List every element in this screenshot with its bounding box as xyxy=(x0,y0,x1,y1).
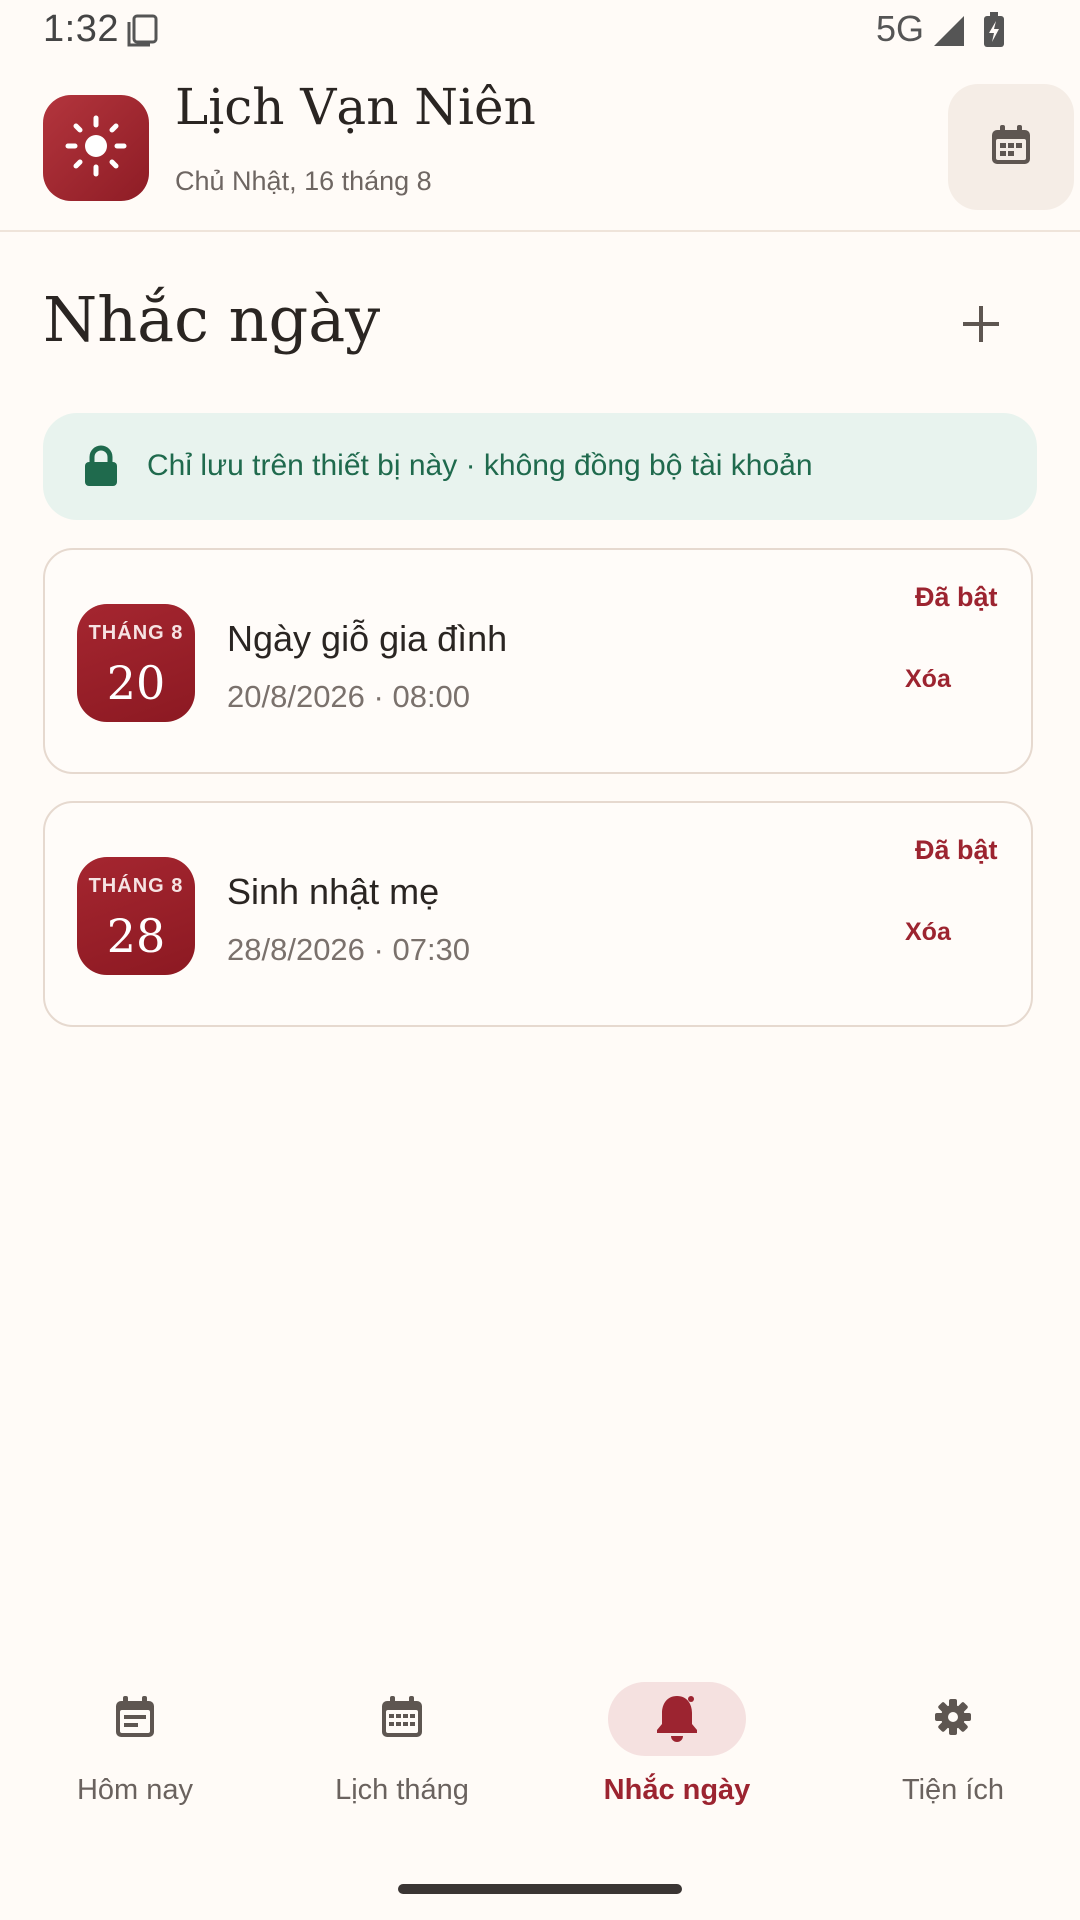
privacy-notice: Chỉ lưu trên thiết bị này · không đồng b… xyxy=(43,413,1037,520)
nav-item-utilities[interactable]: Tiện ích xyxy=(818,1660,1080,1820)
calendar-button[interactable] xyxy=(948,84,1074,210)
month-calendar-icon xyxy=(379,1694,425,1745)
nav-label: Nhắc ngày xyxy=(603,1774,751,1806)
battery-icon xyxy=(982,12,1006,53)
badge-day: 20 xyxy=(106,656,166,710)
calendar-icon xyxy=(989,123,1033,172)
delete-reminder-button[interactable]: Xóa xyxy=(905,665,951,694)
signal-icon xyxy=(932,14,966,53)
date-badge: THÁNG 8 28 xyxy=(77,857,195,975)
delete-reminder-button[interactable]: Xóa xyxy=(905,918,951,947)
badge-month: THÁNG 8 xyxy=(88,622,184,644)
reminder-card[interactable]: THÁNG 8 20 Ngày giỗ gia đình 20/8/2026 ·… xyxy=(43,548,1033,774)
app-header: Lịch Vạn Niên Chủ Nhật, 16 tháng 8 xyxy=(0,70,1080,232)
nav-item-today[interactable]: Hôm nay xyxy=(0,1660,270,1820)
reminder-datetime: 28/8/2026 · 07:30 xyxy=(227,932,471,967)
date-badge: THÁNG 8 20 xyxy=(77,604,195,722)
privacy-text: Chỉ lưu trên thiết bị này · không đồng b… xyxy=(147,449,813,482)
bottom-navigation: Hôm nay Lịch tháng Nhắc ngày Tiện ích xyxy=(0,1660,1080,1840)
current-date: Chủ Nhật, 16 tháng 8 xyxy=(175,166,432,196)
gear-icon xyxy=(933,1697,973,1742)
nav-label: Hôm nay xyxy=(76,1774,194,1806)
status-bar: 1:32 5G xyxy=(0,0,1080,62)
app-logo xyxy=(43,95,149,201)
network-type: 5G xyxy=(876,8,925,49)
nav-item-reminders[interactable]: Nhắc ngày xyxy=(542,1660,812,1820)
reminder-title: Sinh nhật mẹ xyxy=(227,871,440,912)
app-title: Lịch Vạn Niên xyxy=(175,78,536,136)
bell-icon xyxy=(653,1692,701,1747)
reminder-datetime: 20/8/2026 · 08:00 xyxy=(227,679,471,714)
reminder-status-toggle[interactable]: Đã bật xyxy=(915,582,998,613)
plus-icon xyxy=(961,304,1001,349)
lock-icon xyxy=(83,445,119,492)
page-title: Nhắc ngày xyxy=(43,283,381,356)
status-time: 1:32 xyxy=(43,8,119,50)
add-reminder-button[interactable] xyxy=(950,295,1012,357)
today-icon xyxy=(113,1694,157,1745)
reminder-card[interactable]: THÁNG 8 28 Sinh nhật mẹ 28/8/2026 · 07:3… xyxy=(43,801,1033,1027)
document-status-icon xyxy=(126,14,160,53)
nav-label: Tiện ích xyxy=(901,1774,1005,1806)
reminder-status-toggle[interactable]: Đã bật xyxy=(915,835,998,866)
badge-day: 28 xyxy=(106,909,166,963)
nav-label: Lịch tháng xyxy=(335,1774,469,1806)
sun-icon xyxy=(65,115,127,182)
reminder-title: Ngày giỗ gia đình xyxy=(227,618,508,659)
badge-month: THÁNG 8 xyxy=(88,875,184,897)
home-indicator[interactable] xyxy=(398,1884,682,1894)
nav-item-month-calendar[interactable]: Lịch tháng xyxy=(267,1660,537,1820)
